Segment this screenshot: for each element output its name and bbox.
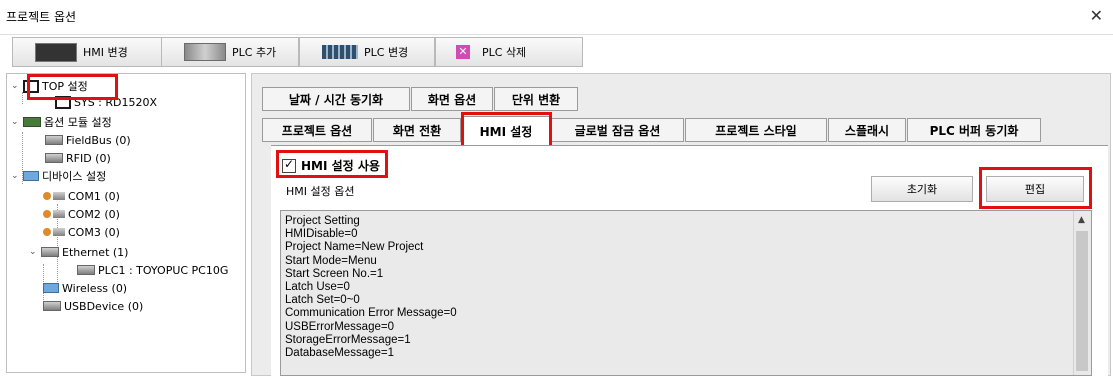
tree-item-usbdevice[interactable]: USBDevice (0)	[43, 298, 143, 314]
setting-line: StorageErrorMessage=1	[285, 333, 411, 346]
setting-line: Project Setting	[285, 215, 360, 227]
tab-datetime-sync[interactable]: 날짜 / 시간 동기화	[262, 87, 410, 111]
plc-module-icon	[322, 45, 358, 59]
hmi-use-checkbox[interactable]: HMI 설정 사용	[282, 157, 380, 174]
tab-plc-buffer-sync[interactable]: PLC 버퍼 동기화	[907, 118, 1041, 142]
plc-change-button[interactable]: PLC 변경	[299, 37, 435, 67]
tree-item-ethernet[interactable]: ⌄ Ethernet (1)	[29, 244, 128, 260]
setting-line: Latch Set=0~0	[285, 294, 360, 307]
hmi-settings-text[interactable]: Project Setting HMIDisable=0 Project Name=…	[280, 210, 1092, 376]
module-icon	[23, 117, 41, 127]
tree-label: USBDevice (0)	[64, 299, 144, 313]
tree-label: TOP 설정	[42, 80, 88, 93]
tree-item-plc1[interactable]: PLC1 : TOYOPUC PC10G	[77, 262, 228, 278]
setting-line: Start Mode=Menu	[285, 254, 377, 267]
vertical-scrollbar[interactable]: ▲	[1073, 211, 1091, 375]
tree-label: COM1 (0)	[68, 189, 120, 203]
monitor-icon	[55, 95, 71, 109]
window-title: 프로젝트 옵션	[6, 10, 77, 24]
edit-button[interactable]: 편집	[986, 176, 1084, 202]
tree-label: COM3 (0)	[68, 225, 120, 239]
reset-button[interactable]: 초기화	[871, 176, 973, 202]
hmi-change-button[interactable]: HMI 변경	[12, 37, 162, 67]
expand-arrow-icon[interactable]: ⌄	[11, 81, 21, 91]
serial-device-icon	[53, 192, 65, 200]
delete-icon: ✕	[456, 45, 470, 59]
hmi-use-label: HMI 설정 사용	[301, 159, 380, 173]
expand-arrow-icon[interactable]: ⌄	[11, 171, 21, 181]
device-icon	[45, 135, 63, 145]
scroll-up-icon[interactable]: ▲	[1078, 215, 1085, 225]
ethernet-icon	[41, 247, 59, 257]
serial-port-icon	[43, 228, 51, 236]
tree-label: COM2 (0)	[68, 207, 120, 221]
expand-arrow-icon[interactable]: ⌄	[11, 117, 21, 127]
tree-label: FieldBus (0)	[66, 133, 131, 147]
hmi-options-label: HMI 설정 옵션	[286, 185, 355, 198]
tree-item-wireless[interactable]: Wireless (0)	[43, 280, 127, 296]
plc-delete-label: PLC 삭제	[482, 46, 527, 59]
tree-label: PLC1 : TOYOPUC PC10G	[98, 263, 229, 277]
tree-item-option-module[interactable]: ⌄ 옵션 모듈 설정	[11, 114, 112, 130]
tree-label: Wireless (0)	[62, 281, 128, 295]
tab-global-lock-options[interactable]: 글로벌 잠금 옵션	[551, 118, 684, 142]
checkbox-checked-icon[interactable]	[282, 157, 296, 173]
device-icon	[45, 153, 63, 163]
title-bar: 프로젝트 옵션 ✕	[0, 0, 1113, 35]
tree-item-sys[interactable]: SYS : RD1520X	[55, 94, 157, 110]
setting-line: Latch Use=0	[285, 281, 350, 294]
tab-splash[interactable]: 스플래시	[828, 118, 906, 142]
tab-screen-switch[interactable]: 화면 전환	[373, 118, 461, 142]
wireless-icon	[43, 283, 59, 293]
setting-line: Communication Error Message=0	[285, 307, 457, 320]
plc-device-icon	[184, 43, 226, 61]
serial-device-icon	[53, 228, 65, 236]
plc-delete-button[interactable]: ✕ PLC 삭제	[435, 37, 583, 67]
tree-label: Ethernet (1)	[62, 245, 129, 259]
tree-label: 옵션 모듈 설정	[44, 116, 112, 129]
settings-lines: Project Setting HMIDisable=0 Project Name=…	[285, 215, 457, 360]
expand-arrow-icon[interactable]: ⌄	[29, 247, 39, 257]
tree-label: RFID (0)	[66, 151, 111, 165]
tab-project-options[interactable]: 프로젝트 옵션	[262, 118, 372, 142]
serial-port-icon	[43, 192, 51, 200]
tree-item-com2[interactable]: COM2 (0)	[43, 206, 120, 222]
setting-line: DatabaseMessage=1	[285, 347, 395, 360]
hmi-screen-icon	[35, 42, 77, 62]
tab-unit-conversion[interactable]: 단위 변환	[494, 87, 578, 111]
plc-icon	[77, 265, 95, 275]
close-icon[interactable]: ✕	[1090, 6, 1103, 25]
serial-device-icon	[53, 210, 65, 218]
setting-line: HMIDisable=0	[285, 228, 358, 241]
tree-item-rfid[interactable]: RFID (0)	[45, 150, 111, 166]
toolbar: HMI 변경 PLC 추가 PLC 변경 ✕ PLC 삭제	[4, 34, 1112, 72]
setting-line: USBErrorMessage=0	[285, 320, 394, 333]
setting-line: Start Screen No.=1	[285, 267, 384, 280]
plc-add-button[interactable]: PLC 추가	[161, 37, 299, 67]
plc-change-label: PLC 변경	[364, 46, 409, 59]
project-tree[interactable]: ⌄ TOP 설정 SYS : RD1520X ⌄ 옵션 모듈 설정 FieldB…	[6, 73, 246, 373]
setting-line: Project Name=New Project	[285, 241, 424, 254]
network-icon	[23, 171, 39, 181]
tree-label: SYS : RD1520X	[74, 95, 158, 109]
tab-screen-options[interactable]: 화면 옵션	[411, 87, 493, 111]
tab-hmi-settings[interactable]: HMI 설정	[462, 116, 550, 146]
tree-item-fieldbus[interactable]: FieldBus (0)	[45, 132, 131, 148]
plc-add-label: PLC 추가	[232, 46, 277, 59]
usb-icon	[43, 301, 61, 311]
scroll-thumb[interactable]	[1076, 231, 1088, 371]
serial-port-icon	[43, 210, 51, 218]
tree-item-top-settings[interactable]: ⌄ TOP 설정	[11, 78, 88, 94]
monitor-icon	[23, 79, 39, 93]
tree-item-device-settings[interactable]: ⌄ 디바이스 설정	[11, 168, 106, 184]
tab-project-style[interactable]: 프로젝트 스타일	[685, 118, 827, 142]
tree-item-com1[interactable]: COM1 (0)	[43, 188, 120, 204]
tree-label: 디바이스 설정	[42, 170, 107, 183]
tree-item-com3[interactable]: COM3 (0)	[43, 224, 120, 240]
hmi-change-label: HMI 변경	[83, 46, 128, 59]
